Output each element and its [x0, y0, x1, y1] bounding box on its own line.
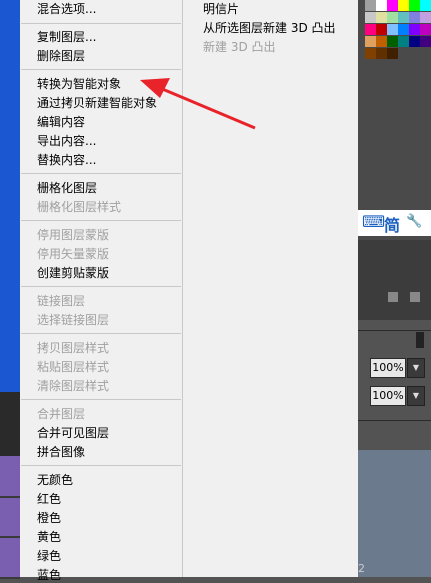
fill-dropdown-icon[interactable]: ▼ — [407, 386, 425, 406]
menu-item-link-layers: 链接图层 — [37, 294, 86, 308]
color-swatch[interactable] — [365, 24, 376, 35]
color-swatch[interactable] — [376, 36, 387, 47]
color-swatch[interactable] — [420, 24, 431, 35]
opacity-dropdown-icon[interactable]: ▼ — [407, 358, 425, 378]
menu-separator — [21, 23, 181, 24]
menu-item-disable-vector-mask: 停用矢量蒙版 — [37, 247, 110, 261]
menu-item-merge-layers: 合并图层 — [37, 407, 86, 421]
layer-thumb-purple — [0, 538, 20, 579]
color-swatch[interactable] — [365, 0, 376, 11]
color-swatch[interactable] — [387, 24, 398, 35]
menu-separator — [21, 333, 181, 334]
layer-thumb-purple — [0, 456, 20, 498]
opacity-input[interactable]: 100% — [370, 358, 406, 378]
color-swatch[interactable] — [376, 24, 387, 35]
ime-toolbar: ⌨ 简 🔧 — [358, 210, 431, 236]
simplified-chinese-icon[interactable]: 简 — [384, 212, 400, 236]
menu-item-red[interactable]: 红色 — [37, 491, 61, 507]
color-swatch[interactable] — [387, 48, 398, 59]
wrench-icon[interactable]: 🔧 — [406, 214, 422, 229]
menu-item-export-contents[interactable]: 导出内容... — [37, 133, 96, 149]
layer-row-selected[interactable]: 2 — [358, 450, 431, 577]
new-layer-icon[interactable] — [388, 292, 398, 302]
menu-item-no-color[interactable]: 无颜色 — [37, 472, 73, 488]
color-swatch[interactable] — [409, 36, 420, 47]
menu-item-replace-contents[interactable]: 替换内容... — [37, 152, 96, 168]
panel-header-dark — [358, 240, 431, 320]
menu-item-clear-layer-style: 清除图层样式 — [37, 379, 110, 393]
menu-item-convert-smart-object[interactable]: 转换为智能对象 — [37, 76, 121, 92]
menu-item-paste-layer-style: 粘贴图层样式 — [37, 360, 110, 374]
color-swatch[interactable] — [398, 24, 409, 35]
3d-submenu: 明信片 从所选图层新建 3D 凸出 新建 3D 凸出 — [183, 0, 358, 577]
trash-icon[interactable] — [410, 292, 420, 302]
keyboard-icon[interactable]: ⌨ — [362, 212, 385, 231]
canvas-blue-area — [0, 0, 20, 392]
color-swatch[interactable] — [398, 12, 409, 23]
color-swatch[interactable] — [420, 12, 431, 23]
menu-item-merge-visible[interactable]: 合并可见图层 — [37, 425, 109, 441]
menu-item-delete-layer[interactable]: 删除图层 — [37, 48, 85, 64]
menu-item-yellow[interactable]: 黄色 — [37, 529, 61, 545]
color-swatch[interactable] — [365, 48, 376, 59]
submenu-item-new-3d-extrusion: 新建 3D 凸出 — [203, 40, 276, 54]
layer-number: 2 — [358, 562, 365, 575]
menu-item-duplicate-layer[interactable]: 复制图层... — [37, 29, 96, 45]
color-swatch[interactable] — [376, 0, 387, 11]
color-swatch[interactable] — [387, 36, 398, 47]
menu-item-blue[interactable]: 蓝色 — [37, 567, 61, 583]
layers-panel-controls: 100% ▼ 100% ▼ — [358, 320, 431, 450]
submenu-item-new-3d-extrusion-from-selected[interactable]: 从所选图层新建 3D 凸出 — [203, 20, 336, 36]
menu-item-disable-layer-mask: 停用图层蒙版 — [37, 228, 110, 242]
menu-item-rasterize-layer[interactable]: 栅格化图层 — [37, 180, 97, 196]
submenu-item-postcard[interactable]: 明信片 — [203, 1, 239, 17]
menu-item-flatten-image[interactable]: 拼合图像 — [37, 444, 85, 460]
color-swatch[interactable] — [365, 12, 376, 23]
layer-thumb-purple — [0, 498, 20, 538]
menu-item-rasterize-layer-style: 栅格化图层样式 — [37, 200, 122, 214]
menu-item-orange[interactable]: 橙色 — [37, 510, 61, 526]
divider — [358, 330, 431, 331]
color-swatch[interactable] — [409, 0, 420, 11]
divider — [358, 420, 431, 421]
layer-context-menu: 混合选项... 复制图层... 删除图层 转换为智能对象 通过拷贝新建智能对象 … — [20, 0, 183, 582]
menu-separator — [21, 173, 181, 174]
panel-grip-icon[interactable] — [416, 332, 424, 348]
menu-item-copy-layer-style: 拷贝图层样式 — [37, 341, 110, 355]
color-swatch[interactable] — [365, 36, 376, 47]
color-swatch[interactable] — [387, 0, 398, 11]
swatches-panel[interactable] — [365, 0, 431, 75]
color-swatch[interactable] — [420, 36, 431, 47]
menu-separator — [21, 465, 181, 466]
menu-separator — [21, 399, 181, 400]
menu-item-edit-contents[interactable]: 编辑内容 — [37, 114, 85, 130]
color-swatch[interactable] — [376, 12, 387, 23]
menu-item-blending-options[interactable]: 混合选项... — [37, 1, 96, 17]
menu-separator — [21, 220, 181, 221]
menu-item-create-clipping-mask[interactable]: 创建剪贴蒙版 — [37, 265, 109, 281]
menu-separator — [21, 286, 181, 287]
color-swatch[interactable] — [398, 36, 409, 47]
color-swatch[interactable] — [409, 12, 420, 23]
menu-item-new-smart-object-via-copy[interactable]: 通过拷贝新建智能对象 — [37, 95, 157, 111]
color-swatch[interactable] — [398, 0, 409, 11]
color-swatch[interactable] — [409, 24, 420, 35]
fill-input[interactable]: 100% — [370, 386, 406, 406]
menu-item-select-linked-layers: 选择链接图层 — [37, 313, 110, 327]
color-swatch[interactable] — [376, 48, 387, 59]
color-swatch[interactable] — [387, 12, 398, 23]
color-swatch[interactable] — [420, 0, 431, 11]
menu-separator — [21, 69, 181, 70]
menu-item-green[interactable]: 绿色 — [37, 548, 61, 564]
